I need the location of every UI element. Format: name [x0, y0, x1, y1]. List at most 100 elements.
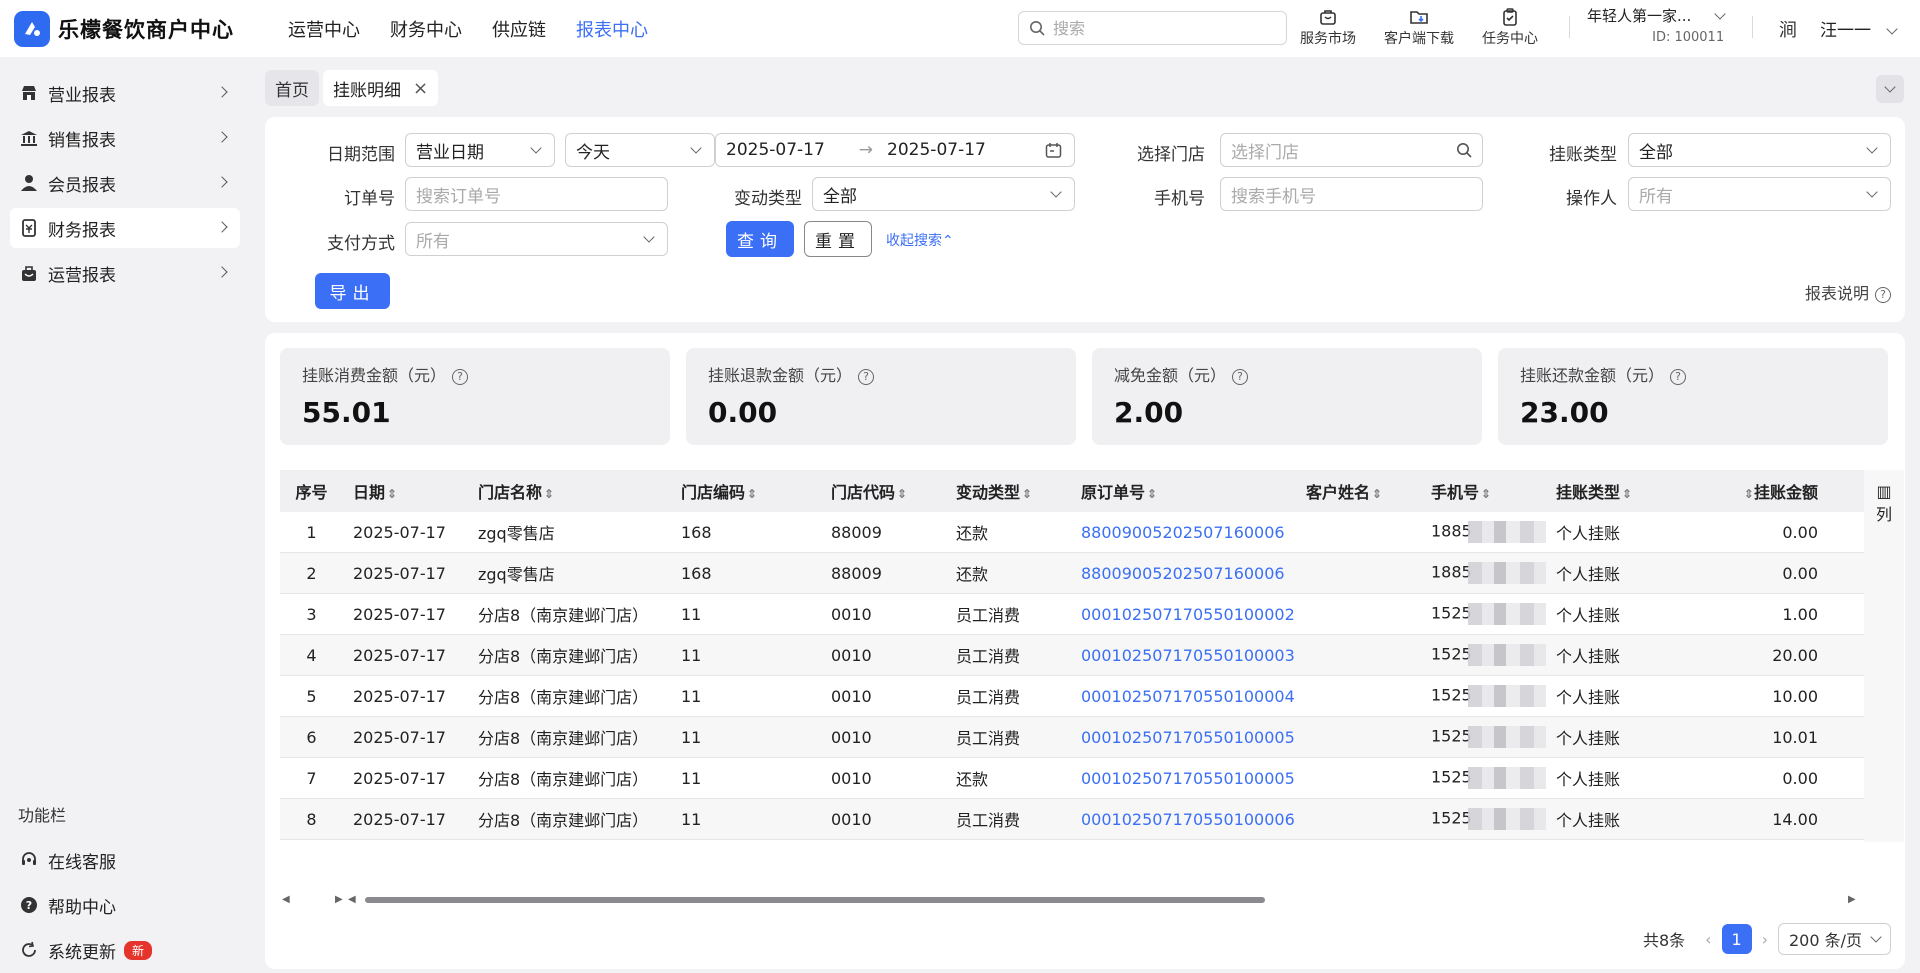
cell-order-text[interactable]: 00010250717055010000​5	[1081, 728, 1295, 747]
nav-ops[interactable]: 运营中心	[288, 16, 360, 42]
next-page-icon[interactable]: ›	[1762, 930, 1768, 949]
scroll-left-icon[interactable]: ◀	[282, 894, 290, 905]
func-help-center[interactable]: ? 帮助中心	[10, 885, 240, 925]
svg-text:?: ?	[26, 899, 32, 912]
table-row[interactable]: 6 2025-07-17 分店8（南京建邺门店） 11 0010 员工消费 00010250…	[280, 717, 1864, 758]
table-row[interactable]: 8 2025-07-17 分店8（南京建邺门店） 11 0010 员工消费 00010250…	[280, 799, 1864, 840]
order-input[interactable]: 搜索订单号	[405, 177, 668, 211]
table-row[interactable]: 7 2025-07-17 分店8（南京建邺门店） 11 0010 还款 0001025071…	[280, 758, 1864, 799]
app-title: 乐檬餐饮商户中心	[58, 17, 234, 42]
top-nav: 运营中心 财务中心 供应链 报表中心	[288, 16, 678, 42]
func-label: 帮助中心	[48, 897, 116, 918]
col-order[interactable]: 原订单号 ⇕	[1071, 479, 1296, 503]
col-store-code[interactable]: 门店编码 ⇕	[671, 479, 821, 503]
sidebar-item-operations[interactable]: 运营报表	[10, 253, 240, 293]
table-row[interactable]: 1 2025-07-17 zgq零售店 168 88009 还款 8800900520250…	[280, 512, 1864, 553]
cell-order[interactable]: 00010250717055010000​6	[1071, 810, 1296, 829]
cell-order[interactable]: 00010250717055010000​5	[1071, 769, 1296, 788]
phone-input[interactable]: 搜索手机号	[1220, 177, 1483, 211]
cell-order-text[interactable]: 00010250717055010000​4	[1081, 687, 1295, 706]
table-row[interactable]: 2 2025-07-17 zgq零售店 168 88009 还款 8800900520250…	[280, 553, 1864, 594]
tool-task-center[interactable]: 任务中心	[1482, 6, 1538, 48]
pay-select[interactable]: 所有	[405, 222, 668, 256]
cell-order-text[interactable]: 88009005202507160006	[1081, 564, 1285, 583]
global-search[interactable]	[1018, 11, 1287, 45]
date-range-label: 日期范围	[327, 145, 395, 165]
app-logo[interactable]: 乐檬餐饮商户中心	[14, 10, 254, 47]
date-range-picker[interactable]: 2025-07-17 → 2025-07-17	[715, 133, 1075, 167]
cell-order[interactable]: 00010250717055010000​5	[1071, 728, 1296, 747]
date-preset-select[interactable]: 今天	[565, 133, 715, 167]
column-settings-button[interactable]: ▥ 列	[1864, 470, 1904, 842]
question-icon[interactable]: ?	[858, 368, 875, 385]
cell-order[interactable]: 00010250717055010000​2	[1071, 605, 1296, 624]
shop-switcher[interactable]: 年轻人第一家... ID: 100011	[1587, 5, 1726, 45]
user-menu[interactable]: 汪一一	[1820, 16, 1899, 41]
date-start[interactable]: 2025-07-17	[726, 140, 825, 160]
col-customer[interactable]: 客户姓名 ⇕	[1296, 479, 1421, 503]
table-row[interactable]: 4 2025-07-17 分店8（南京建邺门店） 11 0010 员工消费 00010250…	[280, 635, 1864, 676]
col-acc-type[interactable]: 挂账类型 ⇕	[1546, 479, 1671, 503]
cell-phone-text: 1885	[1431, 521, 1472, 541]
cell-order[interactable]: 00010250717055010000​4	[1071, 687, 1296, 706]
nav-finance[interactable]: 财务中心	[390, 16, 462, 42]
question-icon[interactable]: ?	[1232, 368, 1249, 385]
divider	[1752, 16, 1753, 38]
export-button[interactable]: 导出	[315, 273, 390, 309]
func-system-update[interactable]: 系统更新 新	[10, 930, 240, 970]
cell-acc-type-text: 个人挂账	[1556, 647, 1621, 666]
col-phone[interactable]: 手机号 ⇕	[1421, 479, 1546, 503]
avatar[interactable]: 涧	[1773, 14, 1803, 44]
prev-page-icon[interactable]: ‹	[1705, 930, 1711, 949]
scroll-right-icon[interactable]: ▶	[1848, 894, 1856, 905]
cell-order-text[interactable]: 88009005202507160006	[1081, 523, 1285, 542]
sidebar-item-business[interactable]: 营业报表	[10, 73, 240, 113]
col-store[interactable]: 门店名称 ⇕	[468, 479, 671, 503]
table-row[interactable]: 5 2025-07-17 分店8（南京建邺门店） 11 0010 员工消费 00010250…	[280, 676, 1864, 717]
change-type-select[interactable]: 全部	[812, 177, 1075, 211]
cell-order-text[interactable]: 00010250717055010000​2	[1081, 605, 1295, 624]
nav-reports[interactable]: 报表中心	[576, 16, 648, 42]
nav-supply[interactable]: 供应链	[492, 16, 546, 42]
scroll-right-icon[interactable]: ▶	[335, 894, 343, 905]
tabs-menu-button[interactable]	[1876, 75, 1904, 103]
cell-order[interactable]: 88009005202507160006	[1071, 523, 1296, 542]
col-date[interactable]: 日期 ⇕	[343, 479, 468, 503]
tab-home[interactable]: 首页	[265, 70, 319, 106]
col-amount[interactable]: ⇕挂账金额	[1671, 479, 1846, 503]
cell-order-text[interactable]: 00010250717055010000​6	[1081, 810, 1295, 829]
sidebar-item-member[interactable]: 会员报表	[10, 163, 240, 203]
acc-type-select[interactable]: 全部	[1628, 133, 1891, 167]
date-end[interactable]: 2025-07-17	[887, 140, 986, 160]
col-store-id[interactable]: 门店代码 ⇕	[821, 479, 946, 503]
sidebar-item-finance[interactable]: 财务报表	[10, 208, 240, 248]
scroll-thumb[interactable]	[365, 897, 1265, 903]
report-desc-link[interactable]: 报表说明?	[1805, 280, 1891, 304]
sidebar-item-sales[interactable]: 销售报表	[10, 118, 240, 158]
table-horizontal-scrollbar[interactable]: ◀ ▶ ◀ ▶	[280, 891, 1864, 907]
question-icon[interactable]: ?	[452, 368, 469, 385]
cell-order-text[interactable]: 00010250717055010000​3	[1081, 646, 1295, 665]
query-button[interactable]: 查询	[726, 221, 794, 257]
store-select[interactable]: 选择门店	[1220, 133, 1483, 167]
page-size-select[interactable]: 200 条/页	[1777, 923, 1891, 955]
tool-service-market[interactable]: 服务市场	[1300, 6, 1356, 48]
cell-order[interactable]: 88009005202507160006	[1071, 564, 1296, 583]
table-row[interactable]: 3 2025-07-17 分店8（南京建邺门店） 11 0010 员工消费 00010250…	[280, 594, 1864, 635]
tool-client-download[interactable]: 客户端下载	[1384, 6, 1454, 48]
reset-button[interactable]: 重置	[804, 221, 872, 257]
scroll-left-icon[interactable]: ◀	[348, 894, 356, 905]
cell-order-text[interactable]: 00010250717055010000​5	[1081, 769, 1295, 788]
func-online-service[interactable]: 在线客服	[10, 840, 240, 880]
close-icon[interactable]: ×	[413, 78, 428, 99]
tab-credit-detail[interactable]: 挂账明细 ×	[323, 70, 439, 106]
collapse-search-link[interactable]: 收起搜索⌃	[886, 230, 954, 250]
scroll-track[interactable]	[365, 897, 1805, 903]
col-change-type[interactable]: 变动类型 ⇕	[946, 479, 1071, 503]
question-icon[interactable]: ?	[1670, 368, 1687, 385]
page-number[interactable]: 1	[1721, 924, 1752, 954]
cell-order[interactable]: 00010250717055010000​3	[1071, 646, 1296, 665]
global-search-input[interactable]	[1053, 18, 1273, 38]
operator-select[interactable]: 所有	[1628, 177, 1891, 211]
date-type-select[interactable]: 营业日期	[405, 133, 555, 167]
